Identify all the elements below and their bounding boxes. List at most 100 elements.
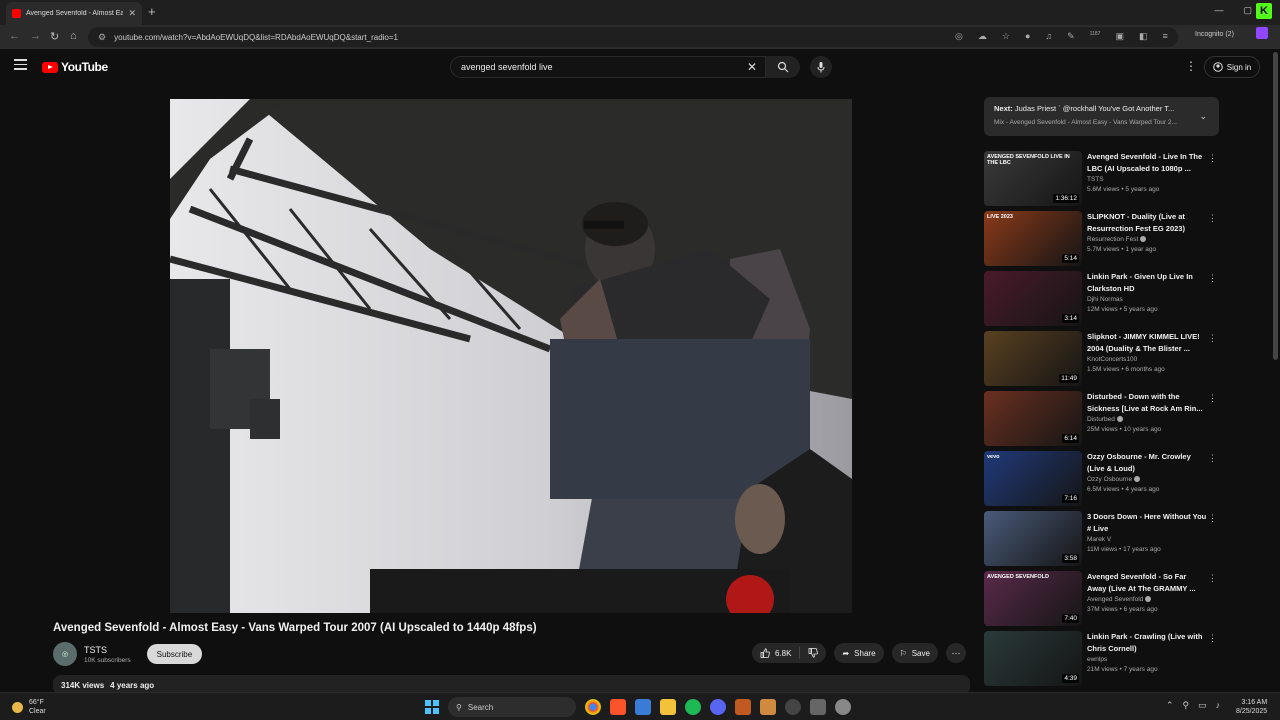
incognito-indicator[interactable]: Incognito (2) <box>1195 31 1234 38</box>
video-thumbnail[interactable]: AVENGED SEVENFOLD LIVE IN THE LBC 1:36:1… <box>984 151 1082 206</box>
recommendation-item[interactable]: 3:58 3 Doors Down - Here Without You # L… <box>984 511 1220 571</box>
clear-search-icon[interactable]: ✕ <box>747 60 757 74</box>
recommendation-item[interactable]: AVENGED SEVENFOLD LIVE IN THE LBC 1:36:1… <box>984 151 1220 211</box>
reload-icon[interactable]: ↻ <box>50 30 59 43</box>
share-button[interactable]: ➦ Share <box>834 643 884 663</box>
recommendation-item[interactable]: 4:39 Linkin Park - Crawling (Live with C… <box>984 631 1220 691</box>
weather-widget[interactable]: 66°F Clear <box>12 698 46 716</box>
video-thumbnail[interactable]: vevo 7:16 <box>984 451 1082 506</box>
windows-start-icon[interactable] <box>425 700 439 714</box>
reading-list-icon[interactable]: ≡ <box>1162 31 1167 42</box>
close-tab-icon[interactable]: ✕ <box>128 8 136 19</box>
eye-off-icon[interactable]: ◎ <box>955 31 963 42</box>
video-thumbnail[interactable]: 6:14 <box>984 391 1082 446</box>
volume-icon[interactable]: ♪ <box>1216 700 1221 711</box>
save-button[interactable]: ⚐ Save <box>891 643 938 663</box>
recommendation-title[interactable]: Linkin Park - Crawling (Live with Chris … <box>1087 631 1207 654</box>
more-options-icon[interactable]: ⋮ <box>1208 393 1217 404</box>
taskbar-search[interactable]: ⚲ Search <box>448 697 576 717</box>
recommendation-channel[interactable]: Resurrection Fest <box>1087 236 1207 243</box>
recommendation-title[interactable]: SLIPKNOT - Duality (Live at Resurrection… <box>1087 211 1207 234</box>
minimize-icon[interactable]: — <box>1214 5 1223 16</box>
dislike-button[interactable] <box>800 648 826 658</box>
bookmark-star-icon[interactable]: ☆ <box>1002 31 1010 42</box>
video-thumbnail[interactable]: 4:39 <box>984 631 1082 686</box>
translate-extension-icon[interactable]: ✎ <box>1067 31 1075 42</box>
channel-avatar[interactable]: ◎ <box>53 642 77 666</box>
more-options-icon[interactable]: ⋮ <box>1208 453 1217 464</box>
browser-tab[interactable]: Avenged Sevenfold - Almost Easy ✕ <box>6 2 142 25</box>
network-icon[interactable]: ▭ <box>1198 700 1207 711</box>
forward-icon[interactable]: → <box>30 30 41 42</box>
more-options-icon[interactable]: ⋮ <box>1208 213 1217 224</box>
new-tab-icon[interactable]: + <box>148 4 156 19</box>
recommendation-title[interactable]: Avenged Sevenfold - So Far Away (Live At… <box>1087 571 1207 594</box>
recommendation-title[interactable]: Ozzy Osbourne - Mr. Crowley (Live & Loud… <box>1087 451 1207 474</box>
system-clock[interactable]: 3:16 AM 8/25/2025 <box>1236 698 1267 716</box>
file-explorer-icon[interactable] <box>660 699 676 715</box>
recommendation-item[interactable]: LIVE 2023 5:14 SLIPKNOT - Duality (Live … <box>984 211 1220 271</box>
channel-name[interactable]: TSTS <box>84 645 131 655</box>
video-thumbnail[interactable]: 11:49 <box>984 331 1082 386</box>
brave-icon[interactable] <box>610 699 626 715</box>
menu-icon[interactable] <box>14 59 27 70</box>
recommendation-item[interactable]: vevo 7:16 Ozzy Osbourne - Mr. Crowley (L… <box>984 451 1220 511</box>
video-thumbnail[interactable]: 3:14 <box>984 271 1082 326</box>
more-options-icon[interactable]: ⋮ <box>1208 633 1217 644</box>
discord-icon[interactable] <box>710 699 726 715</box>
recommendation-channel[interactable]: Marek V <box>1087 536 1207 543</box>
recommendation-channel[interactable]: Ozzy Osbourne <box>1087 476 1207 483</box>
more-actions-icon[interactable]: ⋯ <box>945 643 966 663</box>
audio-extension-icon[interactable]: ♫ <box>1045 31 1052 42</box>
recommendation-item[interactable]: 11:49 Slipknot - JIMMY KIMMEL LIVE! 2004… <box>984 331 1220 391</box>
kick-extension-icon[interactable]: K <box>1256 3 1272 19</box>
recommendation-channel[interactable]: KnotConcerts100 <box>1087 356 1207 363</box>
chrome-icon[interactable] <box>585 699 601 715</box>
more-options-icon[interactable]: ⋮ <box>1208 153 1217 164</box>
recommendation-item[interactable]: 6:14 Disturbed - Down with the Sickness … <box>984 391 1220 451</box>
like-button[interactable]: 6.8K <box>752 648 799 658</box>
sign-in-button[interactable]: Sign in <box>1204 56 1260 78</box>
obs-icon[interactable] <box>835 699 851 715</box>
more-options-icon[interactable]: ⋮ <box>1185 59 1197 73</box>
recommendation-channel[interactable]: Disturbed <box>1087 416 1207 423</box>
spotify-icon[interactable] <box>685 699 701 715</box>
recommendation-channel[interactable]: TSTS <box>1087 176 1207 183</box>
back-icon[interactable]: ← <box>9 30 20 42</box>
task-view-icon[interactable] <box>635 699 651 715</box>
twitch-extension-icon[interactable] <box>1256 27 1268 39</box>
recommendation-title[interactable]: Avenged Sevenfold - Live In The LBC (AI … <box>1087 151 1207 174</box>
location-icon[interactable]: ⚲ <box>1183 700 1190 711</box>
recommendation-channel[interactable]: ewnlps <box>1087 656 1207 663</box>
more-options-icon[interactable]: ⋮ <box>1208 513 1217 524</box>
subscribe-button[interactable]: Subscribe <box>146 644 203 664</box>
home-icon[interactable]: ⌂ <box>70 30 77 42</box>
recommendation-item[interactable]: 3:14 Linkin Park - Given Up Live In Clar… <box>984 271 1220 331</box>
search-input[interactable]: avenged sevenfold live ✕ <box>450 56 766 78</box>
more-options-icon[interactable]: ⋮ <box>1208 273 1217 284</box>
video-player[interactable] <box>170 99 852 613</box>
more-options-icon[interactable]: ⋮ <box>1208 333 1217 344</box>
video-thumbnail[interactable]: 3:58 <box>984 511 1082 566</box>
app-a-icon[interactable] <box>760 699 776 715</box>
maximize-icon[interactable]: ▢ <box>1243 5 1252 16</box>
recommendation-channel[interactable]: Djhi Normas <box>1087 296 1207 303</box>
site-info-icon[interactable]: ⚙ <box>98 32 106 43</box>
notepad-icon[interactable] <box>810 699 826 715</box>
recommendation-channel[interactable]: Avenged Sevenfold <box>1087 596 1207 603</box>
search-button[interactable] <box>766 56 800 78</box>
video-thumbnail[interactable]: LIVE 2023 5:14 <box>984 211 1082 266</box>
cloud-icon[interactable]: ☁ <box>978 31 987 42</box>
recommendation-title[interactable]: Linkin Park - Given Up Live In Clarkston… <box>1087 271 1207 294</box>
scrollbar[interactable] <box>1273 52 1278 360</box>
voice-search-button[interactable] <box>810 56 832 78</box>
app-dot-icon[interactable] <box>785 699 801 715</box>
tray-overflow-icon[interactable]: ⌃ <box>1166 700 1174 711</box>
recommendation-title[interactable]: 3 Doors Down - Here Without You # Live <box>1087 511 1207 534</box>
extension-badge-icon[interactable]: 1187 <box>1090 31 1101 42</box>
chevron-down-icon[interactable]: ⌄ <box>1199 111 1207 122</box>
recommendation-title[interactable]: Slipknot - JIMMY KIMMEL LIVE! 2004 (Dual… <box>1087 331 1207 354</box>
extension-dot-icon[interactable]: ● <box>1025 31 1030 42</box>
recommendation-title[interactable]: Disturbed - Down with the Sickness [Live… <box>1087 391 1207 414</box>
more-options-icon[interactable]: ⋮ <box>1208 573 1217 584</box>
